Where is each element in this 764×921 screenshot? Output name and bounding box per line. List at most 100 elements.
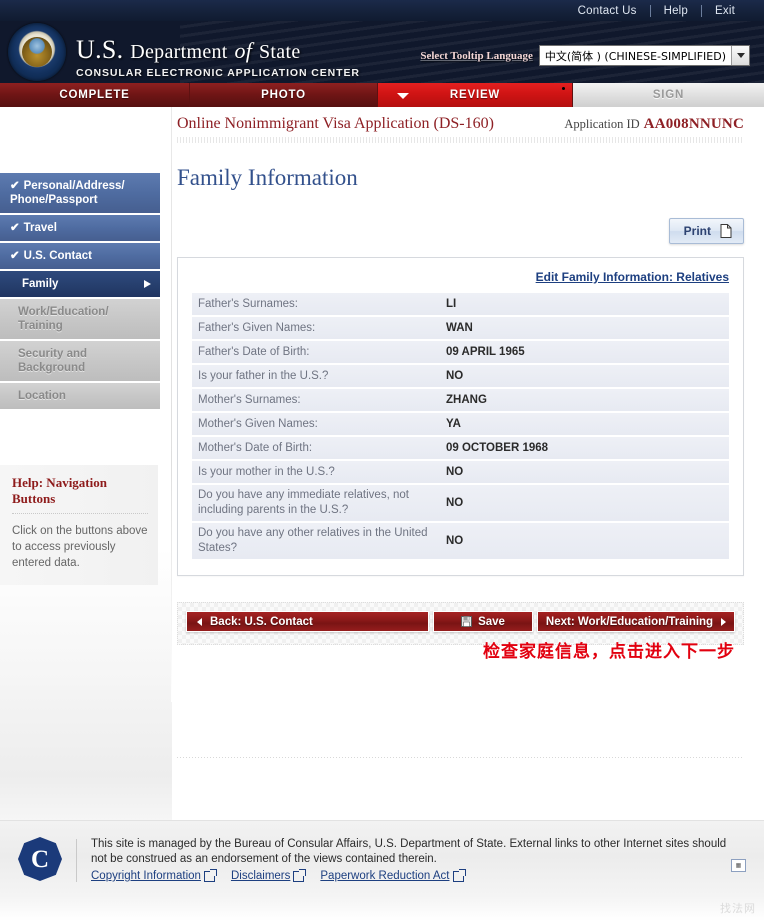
sidebar-item-location-label: Location (18, 390, 66, 402)
watermark-text: 找法网 (720, 902, 756, 915)
sidebar-item-us-contact[interactable]: ✔ U.S. Contact (0, 243, 160, 269)
row-label: Is your father in the U.S.? (198, 369, 329, 382)
tab-sign[interactable]: SIGN (573, 83, 764, 107)
table-row: Father's Given Names: WAN (192, 317, 729, 339)
row-value: NO (446, 465, 464, 478)
back-button-label: Back: U.S. Contact (210, 615, 313, 628)
table-row: Mother's Date of Birth: 09 OCTOBER 1968 (192, 437, 729, 459)
table-row: Mother's Surnames: ZHANG (192, 389, 729, 411)
table-row: Is your father in the U.S.? NO (192, 365, 729, 387)
copyright-information-link[interactable]: Copyright Information (91, 868, 217, 882)
sidebar-item-personal-label: Personal/Address/ Phone/Passport (10, 180, 125, 206)
consular-affairs-seal-icon: C (18, 837, 62, 881)
next-button[interactable]: Next: Work/Education/Training (537, 611, 735, 632)
tab-photo-label: PHOTO (261, 89, 306, 101)
annotation-text: 检查家庭信息，点击进入下一步 (483, 642, 735, 662)
sidebar-item-us-contact-label: U.S. Contact (23, 250, 93, 262)
row-value: 09 OCTOBER 1968 (446, 441, 549, 454)
sidebar-item-security[interactable]: Security and Background (0, 341, 160, 381)
row-label: Mother's Given Names: (198, 417, 318, 430)
table-row: Father's Surnames: LI (192, 293, 729, 315)
check-icon: ✔ (10, 180, 20, 192)
help-panel-title: Help: Navigation Buttons (12, 475, 148, 514)
row-label: Mother's Surnames: (198, 393, 301, 406)
action-bar: Back: U.S. Contact Save Next: Work/Educa… (186, 611, 735, 632)
sidebar-item-personal[interactable]: ✔ Personal/Address/ Phone/Passport (0, 173, 160, 213)
content-bottom-divider (177, 757, 744, 758)
row-label: Do you have any other relatives in the U… (198, 527, 428, 554)
tab-complete[interactable]: COMPLETE (0, 83, 190, 107)
banner-title: U.S. Department of State CONSULAR ELECTR… (76, 37, 360, 79)
row-label: Mother's Date of Birth: (198, 441, 313, 454)
tab-complete-label: COMPLETE (59, 89, 130, 101)
tab-review-label: REVIEW (449, 89, 501, 101)
tab-marker-dot (562, 87, 565, 90)
tab-review[interactable]: REVIEW (378, 83, 573, 107)
header-divider (177, 137, 744, 143)
application-header: Online Nonimmigrant Visa Application (DS… (177, 107, 744, 133)
row-label: Is your mother in the U.S.? (198, 465, 335, 478)
arrow-left-icon (197, 617, 202, 626)
help-link[interactable]: Help (651, 5, 701, 17)
next-button-label: Next: Work/Education/Training (545, 615, 714, 628)
document-icon (720, 224, 732, 238)
sidebar-item-security-label: Security and Background (18, 348, 88, 374)
sidebar-item-location[interactable]: Location (0, 383, 160, 409)
table-row: Father's Date of Birth: 09 APRIL 1965 (192, 341, 729, 363)
review-panel: Edit Family Information: Relatives Fathe… (177, 257, 744, 576)
print-row: Print (177, 218, 744, 244)
department-of-state-seal-icon (8, 23, 66, 81)
table-row: Do you have any other relatives in the U… (192, 523, 729, 559)
action-zone: Back: U.S. Contact Save Next: Work/Educa… (177, 602, 744, 662)
sidebar-item-work-education-label: Work/Education/ Training (18, 306, 109, 332)
print-button[interactable]: Print (668, 218, 744, 244)
tooltip-language-label: Select Tooltip Language (420, 49, 533, 62)
exit-link[interactable]: Exit (702, 5, 748, 17)
step-tabs: COMPLETE PHOTO REVIEW SIGN (0, 83, 764, 107)
edit-link-row: Edit Family Information: Relatives (192, 269, 729, 293)
language-dropdown[interactable]: 中文(简体 ) (CHINESE-SIMPLIFIED) (538, 45, 750, 66)
disclaimers-label: Disclaimers (230, 870, 291, 882)
chevron-down-icon[interactable] (731, 46, 749, 65)
print-button-label: Print (683, 224, 711, 238)
external-link-icon (452, 868, 466, 882)
application-id-label: Application ID (564, 117, 640, 131)
application-id-value: AA008NNUNC (643, 116, 744, 132)
application-id: Application ID AA008NNUNC (564, 116, 744, 133)
edit-family-information-link[interactable]: Edit Family Information: Relatives (536, 270, 729, 284)
table-row: Do you have any immediate relatives, not… (192, 485, 729, 521)
footer-inner: C This site is managed by the Bureau of … (0, 821, 764, 882)
footer-divider (76, 839, 77, 882)
row-value: NO (446, 534, 464, 547)
paperwork-reduction-act-label: Paperwork Reduction Act (320, 870, 450, 882)
sidebar-item-travel[interactable]: ✔ Travel (0, 215, 160, 241)
sidebar-item-family[interactable]: Family (0, 271, 160, 297)
arrow-right-icon (721, 617, 727, 626)
back-button[interactable]: Back: U.S. Contact (186, 611, 429, 632)
paperwork-reduction-act-link[interactable]: Paperwork Reduction Act (320, 868, 466, 882)
check-icon: ✔ (10, 222, 20, 234)
row-value: 09 APRIL 1965 (446, 345, 525, 358)
check-icon: ✔ (10, 250, 20, 262)
tab-photo[interactable]: PHOTO (190, 83, 378, 107)
banner-subtitle: CONSULAR ELECTRONIC APPLICATION CENTER (76, 67, 360, 79)
footer-disclaimer-text: This site is managed by the Bureau of Co… (91, 838, 727, 865)
tooltip-language-selector[interactable]: Select Tooltip Language 中文(简体 ) (CHINESE… (420, 45, 750, 66)
disclaimers-link[interactable]: Disclaimers (230, 868, 307, 882)
contact-us-link[interactable]: Contact Us (565, 5, 650, 17)
footer-links: Copyright Information Disclaimers Paperw… (91, 868, 739, 882)
row-label: Father's Date of Birth: (198, 345, 310, 358)
copyright-information-label: Copyright Information (91, 870, 201, 882)
banner-title-us: U.S. (76, 35, 124, 64)
row-label: Father's Surnames: (198, 297, 298, 310)
sidebar: ✔ Personal/Address/ Phone/Passport ✔ Trave… (0, 107, 172, 867)
sidebar-item-work-education[interactable]: Work/Education/ Training (0, 299, 160, 339)
site-footer: C This site is managed by the Bureau of … (0, 820, 764, 921)
external-link-icon (293, 868, 307, 882)
banner-title-state: State (259, 41, 301, 63)
row-label: Father's Given Names: (198, 321, 316, 334)
save-button[interactable]: Save (433, 611, 533, 632)
broken-image-icon: ▦ (731, 859, 746, 872)
seal-letter: C (30, 845, 50, 873)
